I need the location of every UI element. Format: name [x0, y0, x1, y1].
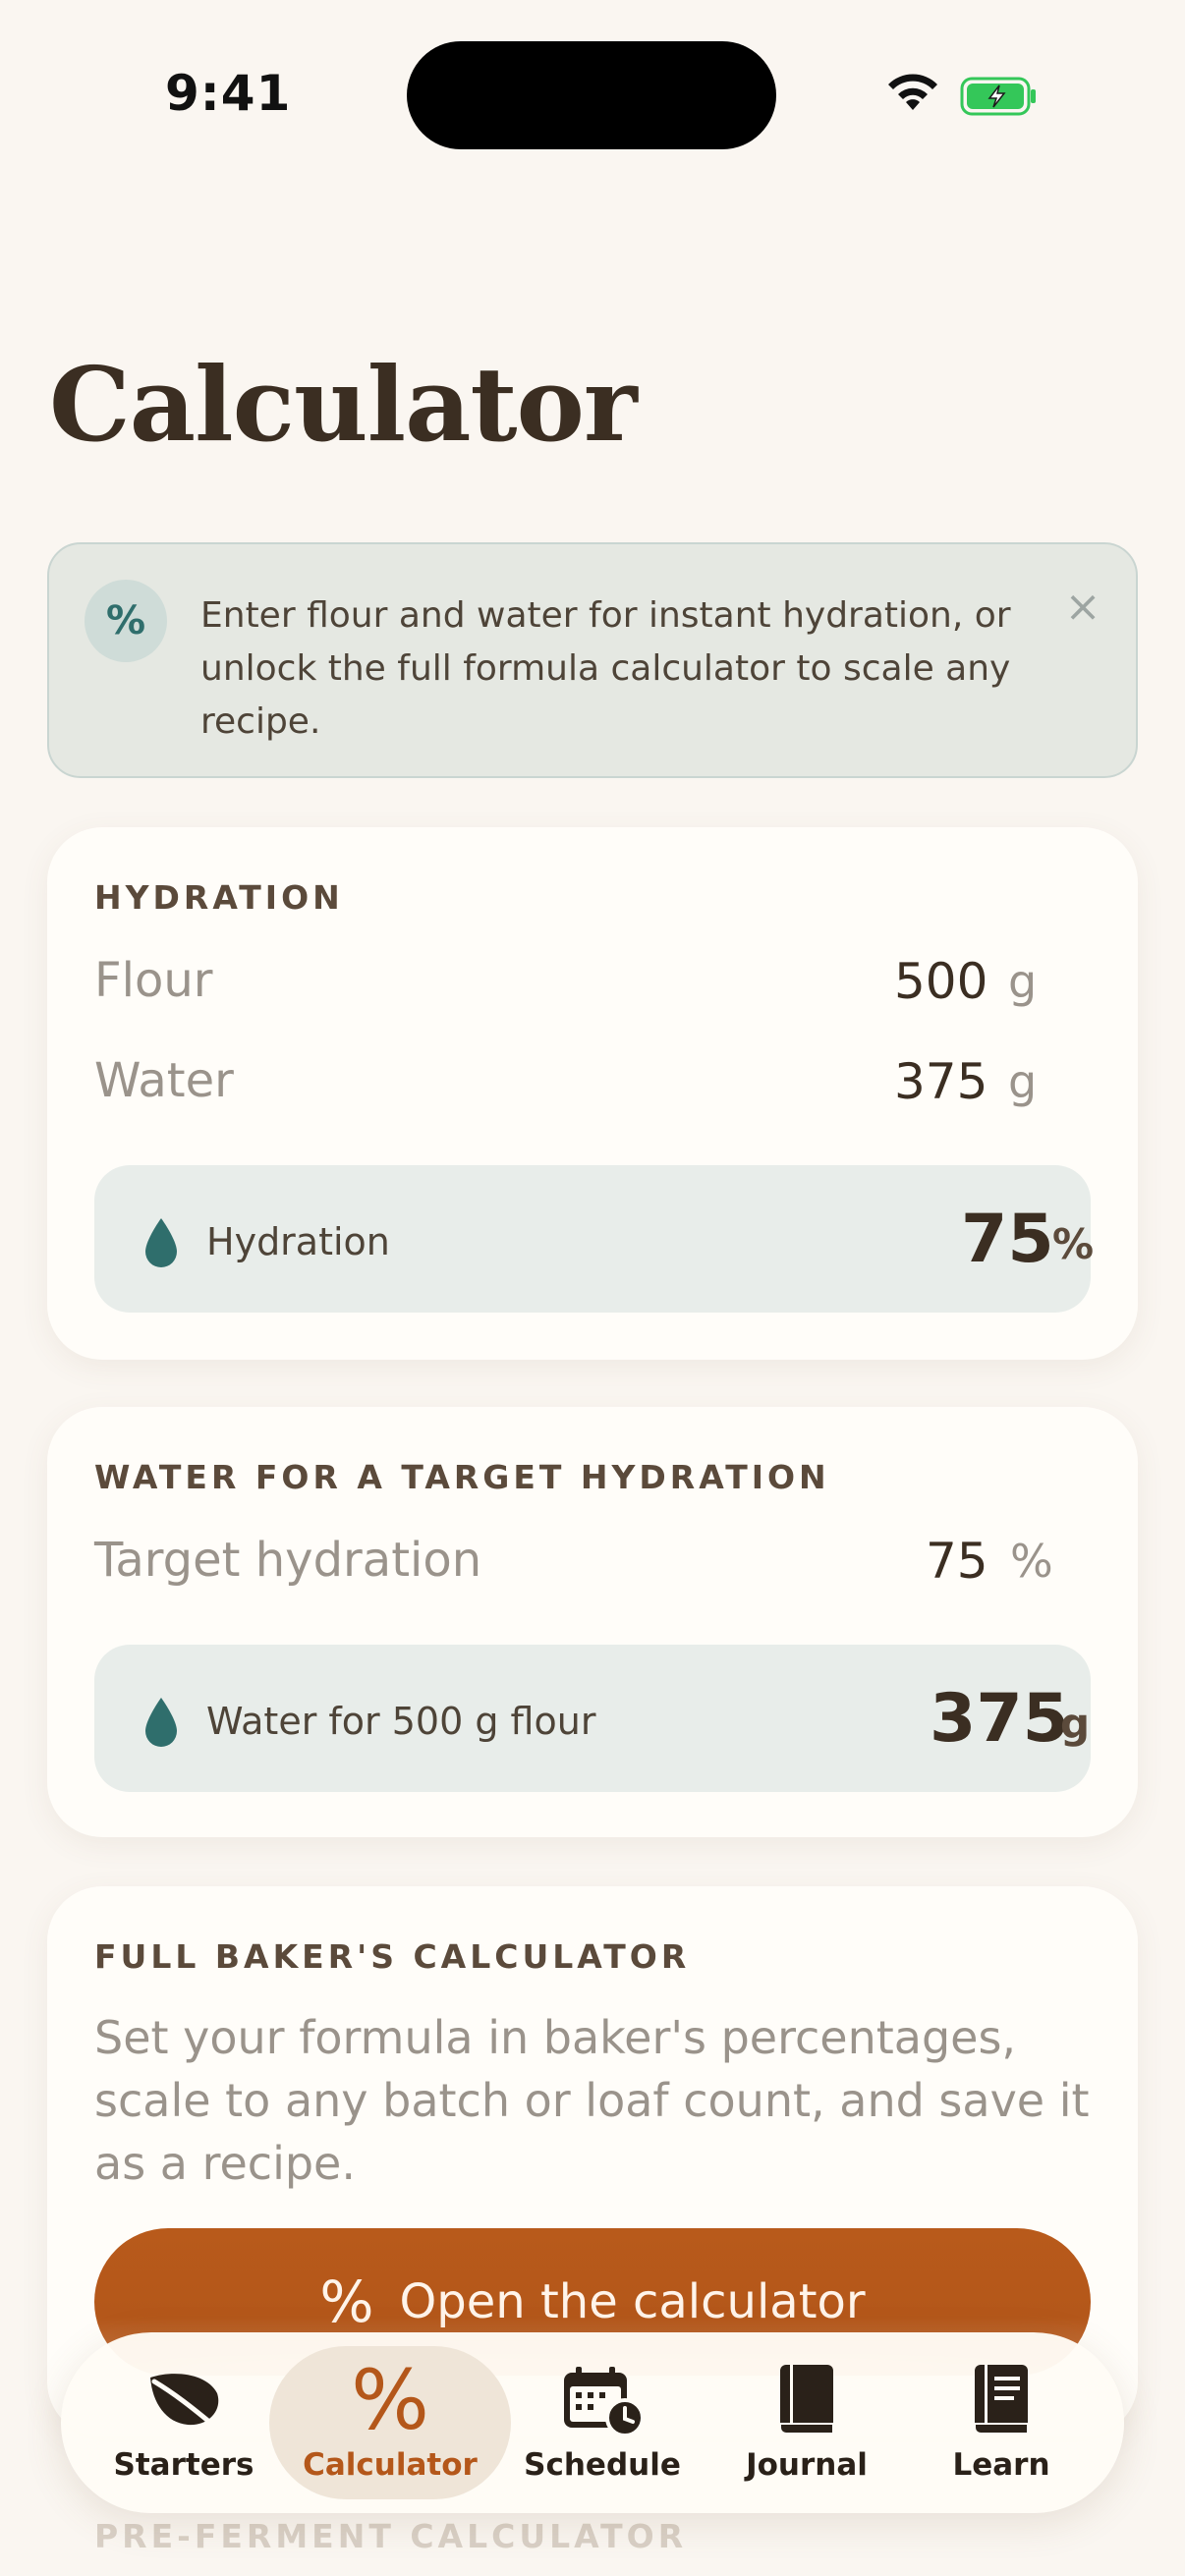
result-value: 75 — [961, 1201, 1054, 1278]
result-value: 375 — [930, 1680, 1069, 1758]
card-heading: FULL BAKER'S CALCULATOR — [94, 1937, 691, 1976]
target-unit: % — [1010, 1535, 1053, 1588]
close-icon[interactable]: × — [1063, 586, 1102, 629]
percent-icon: % — [85, 580, 167, 662]
tab-bar: Starters % Calculator Schedule Journal L… — [61, 2332, 1124, 2513]
flour-input[interactable]: 500 — [894, 953, 988, 1010]
book-icon — [776, 2363, 837, 2437]
battery-icon — [960, 77, 1036, 116]
dynamic-island — [407, 41, 776, 149]
tab-label: Starters — [113, 2447, 254, 2483]
percent-icon: % — [351, 2352, 429, 2448]
tab-schedule[interactable]: Schedule — [509, 2332, 696, 2513]
water-drop-icon — [145, 1218, 177, 1267]
result-label: Water for 500 g flour — [206, 1700, 596, 1743]
flour-unit: g — [1008, 955, 1038, 1008]
result-unit: g — [1060, 1700, 1091, 1748]
water-result: Water for 500 g flour 375 g — [94, 1645, 1091, 1792]
tab-label: Calculator — [303, 2447, 478, 2483]
document-book-icon — [971, 2363, 1032, 2437]
info-banner: % Enter flour and water for instant hydr… — [47, 542, 1138, 778]
card-description: Set your formula in baker's percentages,… — [94, 2011, 1090, 2190]
tab-starters[interactable]: Starters — [90, 2332, 277, 2513]
banner-text: Enter flour and water for instant hydrat… — [200, 595, 1011, 742]
target-hydration-card: WATER FOR A TARGET HYDRATION Target hydr… — [47, 1407, 1138, 1837]
tab-calculator[interactable]: % Calculator — [297, 2332, 483, 2513]
hydration-result: Hydration 75 % — [94, 1165, 1095, 1313]
wifi-icon — [888, 74, 937, 110]
flour-label: Flour — [94, 953, 213, 1008]
tab-learn[interactable]: Learn — [908, 2332, 1095, 2513]
water-label: Water — [94, 1053, 234, 1108]
leaf-icon — [144, 2363, 223, 2437]
target-label: Target hydration — [94, 1533, 482, 1588]
tab-label: Journal — [746, 2447, 868, 2483]
water-drop-icon — [145, 1698, 177, 1747]
water-input[interactable]: 375 — [894, 1053, 988, 1110]
section-heading-preferment: PRE-FERMENT CALCULATOR — [94, 2517, 688, 2555]
result-label: Hydration — [206, 1220, 390, 1263]
card-heading: HYDRATION — [94, 878, 344, 917]
result-unit: % — [1052, 1220, 1095, 1268]
calendar-clock-icon — [560, 2363, 645, 2437]
percent-glyph: % — [351, 2352, 429, 2448]
tab-journal[interactable]: Journal — [713, 2332, 900, 2513]
hydration-card: HYDRATION Flour 500 g Water 375 g Hydrat… — [47, 827, 1138, 1360]
button-label: Open the calculator — [399, 2274, 866, 2329]
water-unit: g — [1008, 1055, 1038, 1108]
tab-label: Learn — [952, 2447, 1050, 2483]
page-title: Calculator — [49, 344, 638, 465]
percent-icon: % — [319, 2268, 374, 2335]
status-time: 9:41 — [165, 65, 292, 122]
tab-label: Schedule — [524, 2447, 681, 2483]
card-heading: WATER FOR A TARGET HYDRATION — [94, 1458, 830, 1496]
target-input[interactable]: 75 — [926, 1533, 988, 1590]
